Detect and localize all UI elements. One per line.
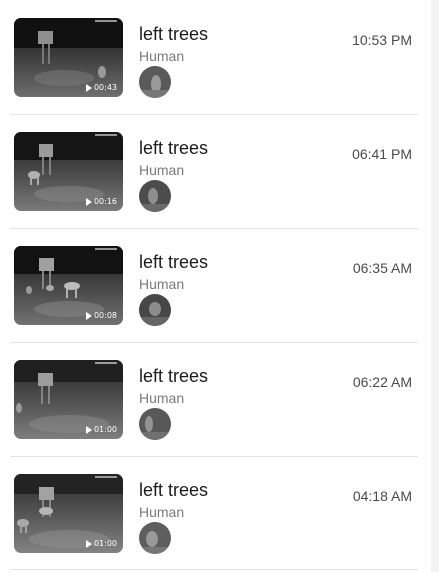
play-icon <box>85 84 92 92</box>
event-row[interactable]: 00:16 left trees Human 06:41 PM <box>0 114 431 228</box>
detected-face-avatar[interactable] <box>139 180 171 212</box>
duration-label: 01:00 <box>93 425 117 434</box>
duration-label: 00:16 <box>93 197 117 206</box>
scroll-gutter <box>431 0 439 572</box>
play-icon <box>85 198 92 206</box>
detected-face-avatar[interactable] <box>139 522 171 554</box>
event-thumbnail[interactable]: 01:00 <box>14 474 123 553</box>
event-type: Human <box>139 504 185 520</box>
event-time: 10:53 PM <box>352 32 412 48</box>
play-icon <box>85 312 92 320</box>
camera-timestamp <box>95 476 117 478</box>
row-divider <box>10 569 418 570</box>
event-type: Human <box>139 390 185 406</box>
video-duration: 00:08 <box>85 311 117 321</box>
event-type: Human <box>139 276 185 292</box>
duration-label: 01:00 <box>93 539 117 548</box>
video-duration: 00:16 <box>85 197 117 207</box>
event-time: 06:41 PM <box>352 146 412 162</box>
camera-timestamp <box>95 248 117 250</box>
event-title: left trees <box>139 138 209 158</box>
event-row[interactable]: 01:00 left trees Human 06:22 AM <box>0 342 431 456</box>
event-title: left trees <box>139 252 209 272</box>
duration-label: 00:43 <box>93 83 117 92</box>
event-title: left trees <box>139 366 209 386</box>
video-duration: 01:00 <box>85 425 117 435</box>
duration-label: 00:08 <box>93 311 117 320</box>
event-type: Human <box>139 48 185 64</box>
camera-timestamp <box>95 134 117 136</box>
camera-timestamp <box>95 362 117 364</box>
event-time: 06:35 AM <box>352 260 412 276</box>
event-thumbnail[interactable]: 01:00 <box>14 360 123 439</box>
video-duration: 00:43 <box>85 83 117 93</box>
event-row[interactable]: 00:43 left trees Human 10:53 PM <box>0 0 431 114</box>
camera-timestamp <box>95 20 117 22</box>
video-duration: 01:00 <box>85 539 117 549</box>
event-row[interactable]: 01:00 left trees Human 04:18 AM <box>0 456 431 570</box>
event-thumbnail[interactable]: 00:16 <box>14 132 123 211</box>
event-title: left trees <box>139 24 209 44</box>
event-row[interactable]: 00:08 left trees Human 06:35 AM <box>0 228 431 342</box>
event-time: 04:18 AM <box>352 488 412 504</box>
event-time: 06:22 AM <box>352 374 412 390</box>
event-title: left trees <box>139 480 209 500</box>
play-icon <box>85 426 92 434</box>
event-type: Human <box>139 162 185 178</box>
detected-face-avatar[interactable] <box>139 66 171 98</box>
detected-face-avatar[interactable] <box>139 408 171 440</box>
event-thumbnail[interactable]: 00:43 <box>14 18 123 97</box>
detected-face-avatar[interactable] <box>139 294 171 326</box>
play-icon <box>85 540 92 548</box>
event-list: 00:43 left trees Human 10:53 PM 00:16 le… <box>0 0 431 572</box>
event-thumbnail[interactable]: 00:08 <box>14 246 123 325</box>
